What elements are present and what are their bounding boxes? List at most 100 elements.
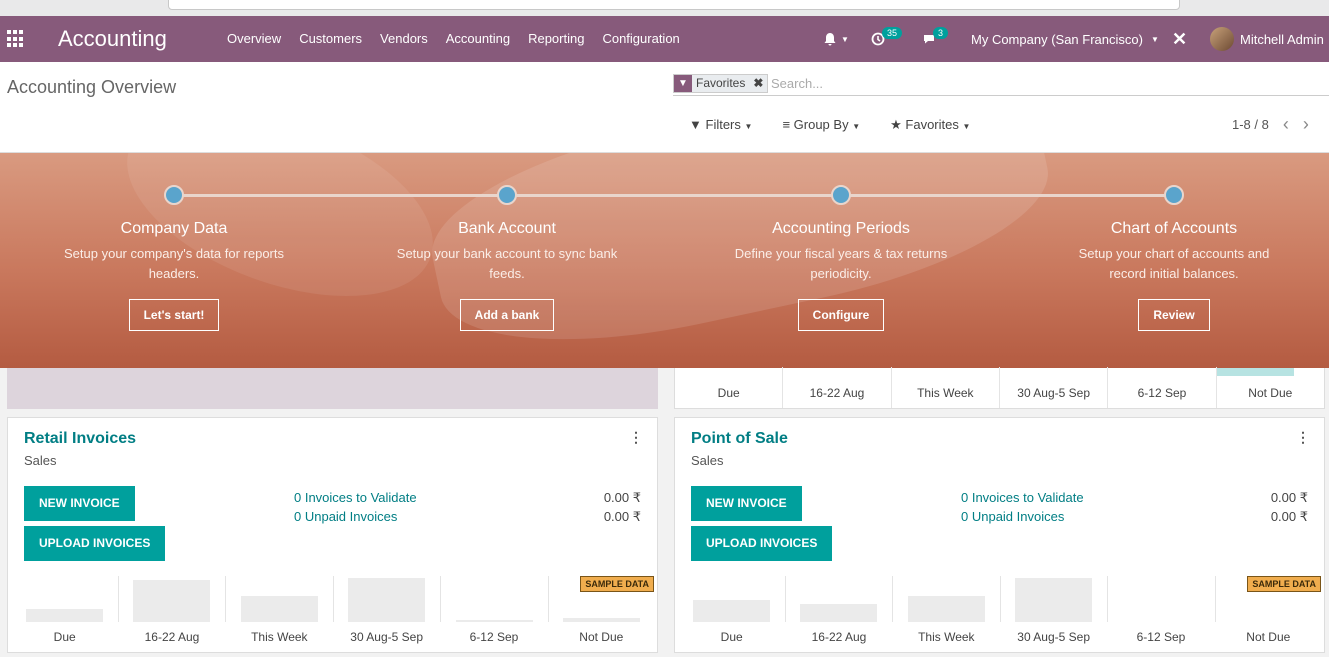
list-icon: ≡ bbox=[782, 117, 791, 132]
add-bank-button[interactable]: Add a bank bbox=[459, 299, 555, 331]
filters-dropdown[interactable]: ▼ Filters ▼ bbox=[689, 117, 752, 133]
axis-label: This Week bbox=[251, 630, 308, 644]
bell-icon[interactable]: ▼ bbox=[823, 16, 849, 62]
amount-unpaid: 0.00 ₹ bbox=[603, 509, 641, 524]
company-switcher[interactable]: My Company (San Francisco) ▼ bbox=[971, 16, 1159, 62]
apps-menu-icon[interactable] bbox=[7, 30, 25, 48]
invoices-to-validate-link[interactable]: 0 Invoices to Validate bbox=[294, 488, 417, 507]
upload-invoices-button[interactable]: UPLOAD INVOICES bbox=[691, 526, 833, 561]
axis-label: 6-12 Sep bbox=[1136, 630, 1186, 644]
step-title: Bank Account bbox=[458, 220, 556, 237]
axis-label: 30 Aug-5 Sep bbox=[998, 367, 1107, 408]
bar-chart bbox=[678, 576, 1322, 622]
search-bar[interactable]: ▼ Favorites ✖ Search... bbox=[673, 72, 1329, 96]
journal-type: Sales bbox=[691, 453, 724, 468]
group-by-label: Group By bbox=[793, 117, 849, 132]
chart-bar bbox=[692, 600, 770, 622]
onboarding-step-chart-of-accounts: Chart of Accounts Setup your chart of ac… bbox=[1059, 185, 1289, 331]
debug-tools-icon[interactable]: ✕ bbox=[1172, 16, 1187, 62]
step-dot[interactable] bbox=[1164, 185, 1184, 205]
star-icon: ★ bbox=[890, 117, 902, 132]
axis-label: 30 Aug-5 Sep bbox=[350, 630, 424, 644]
journal-card-partial bbox=[7, 368, 658, 409]
chart-bar bbox=[800, 604, 878, 622]
configure-button[interactable]: Configure bbox=[797, 299, 885, 331]
journal-card-retail-invoices: Retail Invoices Sales ⋮ NEW INVOICE UPLO… bbox=[7, 417, 658, 653]
kebab-menu-icon[interactable]: ⋮ bbox=[1296, 429, 1310, 446]
user-menu[interactable]: Mitchell Admin bbox=[1210, 16, 1324, 62]
onboarding-step-accounting-periods: Accounting Periods Define your fiscal ye… bbox=[726, 185, 956, 331]
menu-item-vendors[interactable]: Vendors bbox=[380, 31, 428, 46]
menu-item-customers[interactable]: Customers bbox=[299, 31, 362, 46]
axis-label: Due bbox=[53, 630, 76, 644]
search-input[interactable]: Search... bbox=[771, 76, 823, 91]
chart-column bbox=[332, 576, 441, 622]
unpaid-invoices-link[interactable]: 0 Unpaid Invoices bbox=[294, 507, 417, 526]
sample-data-badge: SAMPLE DATA bbox=[1247, 576, 1321, 592]
onboarding-step-bank-account: Bank Account Setup your bank account to … bbox=[392, 185, 622, 331]
step-dot[interactable] bbox=[497, 185, 517, 205]
messages-icon[interactable]: 3 bbox=[922, 16, 951, 62]
unpaid-invoices-link[interactable]: 0 Unpaid Invoices bbox=[961, 507, 1084, 526]
axis-label: This Week bbox=[890, 367, 999, 408]
step-description: Setup your company's data for reports he… bbox=[64, 246, 284, 281]
chart-column bbox=[784, 576, 893, 622]
previous-page-icon[interactable]: ‹ bbox=[1283, 115, 1289, 133]
axis-label: 6-12 Sep bbox=[1107, 367, 1215, 408]
pager-value[interactable]: 1-8 / 8 bbox=[1232, 117, 1269, 132]
top-navbar: Accounting Overview Customers Vendors Ac… bbox=[0, 16, 1329, 62]
chart-bar bbox=[563, 618, 641, 622]
menu-item-reporting[interactable]: Reporting bbox=[528, 31, 584, 46]
journal-type: Sales bbox=[24, 453, 57, 468]
journal-title[interactable]: Point of Sale bbox=[691, 430, 788, 448]
axis-label: Due bbox=[717, 386, 740, 400]
page-title: Accounting Overview bbox=[7, 77, 177, 97]
lets-start-button[interactable]: Let's start! bbox=[128, 299, 220, 331]
facet-value: Favorites bbox=[696, 76, 746, 90]
main-menu: Overview Customers Vendors Accounting Re… bbox=[227, 31, 698, 46]
step-dot[interactable] bbox=[831, 185, 851, 205]
menu-item-overview[interactable]: Overview bbox=[227, 31, 281, 46]
caret-down-icon: ▼ bbox=[744, 122, 753, 131]
axis-label: Not Due bbox=[579, 630, 624, 644]
avatar bbox=[1210, 27, 1234, 51]
step-description: Setup your bank account to sync bank fee… bbox=[396, 246, 618, 281]
review-button[interactable]: Review bbox=[1138, 299, 1210, 331]
invoices-to-validate-link[interactable]: 0 Invoices to Validate bbox=[961, 488, 1084, 507]
message-count-badge: 3 bbox=[933, 27, 949, 39]
new-invoice-button[interactable]: NEW INVOICE bbox=[24, 486, 135, 521]
onboarding-step-company-data: Company Data Setup your company's data f… bbox=[59, 185, 289, 331]
amount-unpaid: 0.00 ₹ bbox=[1270, 509, 1308, 524]
chart-bar bbox=[455, 620, 533, 622]
favorites-label: Favorites bbox=[905, 117, 959, 132]
chart-column bbox=[999, 576, 1108, 622]
app-brand[interactable]: Accounting bbox=[58, 26, 167, 52]
favorites-dropdown[interactable]: ★ Favorites ▼ bbox=[890, 117, 970, 133]
bar-chart bbox=[11, 576, 655, 622]
address-bar[interactable] bbox=[168, 0, 1180, 10]
menu-item-accounting[interactable]: Accounting bbox=[446, 31, 510, 46]
chart-axis: Due 16-22 Aug This Week 30 Aug-5 Sep 6-1… bbox=[678, 630, 1322, 644]
journal-amounts: 0.00 ₹ 0.00 ₹ bbox=[604, 488, 641, 526]
next-page-icon[interactable]: › bbox=[1303, 115, 1309, 133]
new-invoice-button[interactable]: NEW INVOICE bbox=[691, 486, 802, 521]
chart-column bbox=[11, 576, 118, 622]
step-title: Company Data bbox=[120, 220, 228, 237]
journal-links: 0 Invoices to Validate 0 Unpaid Invoices bbox=[294, 488, 417, 526]
step-dot[interactable] bbox=[164, 185, 184, 205]
axis-label: 16-22 Aug bbox=[782, 367, 890, 408]
search-facet[interactable]: ▼ Favorites ✖ bbox=[673, 74, 769, 93]
pager: 1-8 / 8 ‹ › bbox=[1232, 115, 1309, 133]
kebab-menu-icon[interactable]: ⋮ bbox=[629, 429, 643, 446]
remove-facet-icon[interactable]: ✖ bbox=[749, 75, 767, 92]
funnel-icon: ▼ bbox=[689, 117, 702, 132]
control-panel: Accounting Overview ▼ Favorites ✖ Search… bbox=[0, 62, 1329, 153]
chart-bar bbox=[1015, 578, 1093, 622]
chart-bar bbox=[348, 578, 426, 622]
group-by-dropdown[interactable]: ≡ Group By ▼ bbox=[782, 117, 860, 133]
activity-icon[interactable]: 35 bbox=[871, 16, 905, 62]
upload-invoices-button[interactable]: UPLOAD INVOICES bbox=[24, 526, 166, 561]
journal-title[interactable]: Retail Invoices bbox=[24, 430, 136, 448]
caret-down-icon: ▼ bbox=[962, 122, 971, 131]
menu-item-configuration[interactable]: Configuration bbox=[602, 31, 679, 46]
